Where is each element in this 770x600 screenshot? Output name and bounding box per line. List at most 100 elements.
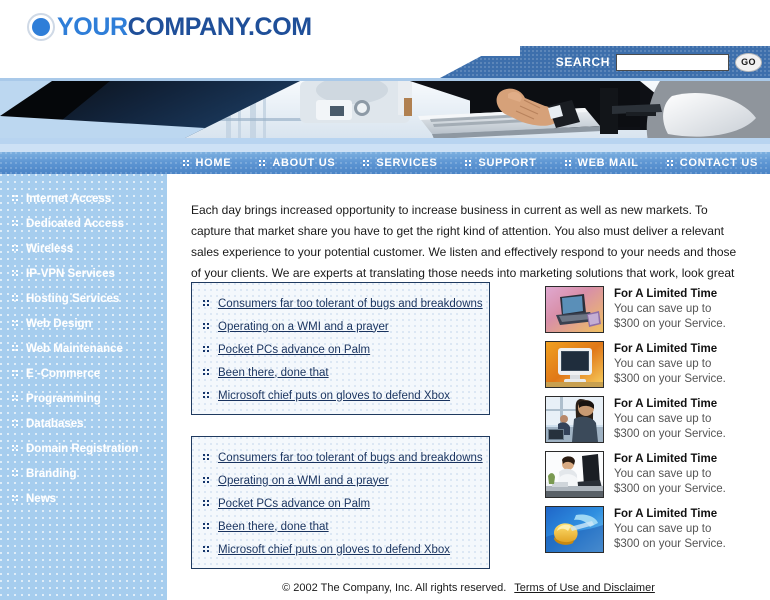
four-dots-bullet-icon xyxy=(564,159,572,167)
list-item[interactable]: Pocket PCs advance on Palm xyxy=(192,492,489,515)
promo-item[interactable]: For A Limited Time You can save up to $3… xyxy=(545,396,765,443)
four-dots-bullet-icon xyxy=(203,346,210,353)
news-link[interactable]: Pocket PCs advance on Palm xyxy=(218,498,370,510)
news-link[interactable]: Pocket PCs advance on Palm xyxy=(218,344,370,356)
four-dots-bullet-icon xyxy=(203,300,210,307)
terms-link[interactable]: Terms of Use and Disclaimer xyxy=(514,582,655,594)
list-item[interactable]: Operating on a WMI and a prayer xyxy=(192,315,489,338)
news-link[interactable]: Been there, done that xyxy=(218,521,329,533)
four-dots-bullet-icon xyxy=(203,546,210,553)
four-dots-bullet-icon xyxy=(203,500,210,507)
search-input[interactable] xyxy=(616,53,729,71)
nav-item-contact-us[interactable]: CONTACT US xyxy=(666,157,758,169)
four-dots-bullet-icon xyxy=(12,495,19,502)
search-go-button[interactable]: GO xyxy=(735,52,762,72)
news-link[interactable]: Microsoft chief puts on gloves to defend… xyxy=(218,390,450,402)
list-item[interactable]: Pocket PCs advance on Palm xyxy=(192,338,489,361)
list-item[interactable]: Microsoft chief puts on gloves to defend… xyxy=(192,384,489,407)
list-item[interactable]: Consumers far too tolerant of bugs and b… xyxy=(192,446,489,469)
desk-worker-thumb-icon xyxy=(545,451,604,498)
sidebar-item-internet-access[interactable]: Internet Access xyxy=(0,186,167,211)
sidebar-item-wireless[interactable]: Wireless xyxy=(0,236,167,261)
sidebar-item-label: Databases xyxy=(26,417,84,430)
sidebar-item-databases[interactable]: Databases xyxy=(0,411,167,436)
four-dots-bullet-icon xyxy=(203,392,210,399)
nav-item-label: HOME xyxy=(195,157,232,169)
list-item[interactable]: Consumers far too tolerant of bugs and b… xyxy=(192,292,489,315)
list-item[interactable]: Microsoft chief puts on gloves to defend… xyxy=(192,538,489,561)
nav-item-label: WEB MAIL xyxy=(577,157,639,169)
sidebar-item-branding[interactable]: Branding xyxy=(0,461,167,486)
sidebar-item-dedicated-access[interactable]: Dedicated Access xyxy=(0,211,167,236)
news-link[interactable]: Consumers far too tolerant of bugs and b… xyxy=(218,298,483,310)
promo-item[interactable]: For A Limited Time You can save up to $3… xyxy=(545,506,765,553)
news-link[interactable]: Operating on a WMI and a prayer xyxy=(218,475,389,487)
logo-text-company: COMPANY xyxy=(127,12,249,41)
nav-item-label: SUPPORT xyxy=(478,157,537,169)
sidebar-item-domain-registration[interactable]: Domain Registration xyxy=(0,436,167,461)
promo-line-1: You can save up to xyxy=(614,413,712,425)
nav-item-services[interactable]: SERVICES xyxy=(363,157,437,169)
news-link[interactable]: Consumers far too tolerant of bugs and b… xyxy=(218,452,483,464)
list-item[interactable]: Operating on a WMI and a prayer xyxy=(192,469,489,492)
logo-wordmark: YOURCOMPANY.COM xyxy=(57,12,312,41)
sidebar-item-label: Web Maintenance xyxy=(26,342,123,355)
list-item[interactable]: Been there, done that xyxy=(192,515,489,538)
promo-item[interactable]: For A Limited Time You can save up to $3… xyxy=(545,286,765,333)
four-dots-bullet-icon xyxy=(12,195,19,202)
promo-line-2: $300 on your Service. xyxy=(614,428,726,440)
main-navigation: HOME ABOUT US SERVICES SUPPORT WEB MAIL … xyxy=(0,152,770,174)
promo-line-1: You can save up to xyxy=(614,303,712,315)
circle-logo-icon xyxy=(27,13,55,41)
news-link[interactable]: Microsoft chief puts on gloves to defend… xyxy=(218,544,450,556)
sidebar-item-web-maintenance[interactable]: Web Maintenance xyxy=(0,336,167,361)
banner-image xyxy=(0,78,770,152)
nav-item-home[interactable]: HOME xyxy=(182,157,232,169)
four-dots-bullet-icon xyxy=(12,470,19,477)
four-dots-bullet-icon xyxy=(203,477,210,484)
sidebar-item-ip-vpn-services[interactable]: IP-VPN Services xyxy=(0,261,167,286)
nav-item-label: CONTACT US xyxy=(679,157,758,169)
nav-item-label: SERVICES xyxy=(376,157,438,169)
promo-line-1: You can save up to xyxy=(614,523,712,535)
promo-item[interactable]: For A Limited Time You can save up to $3… xyxy=(545,341,765,388)
sidebar-item-e-commerce[interactable]: E -Commerce xyxy=(0,361,167,386)
main-content: Each day brings increased opportunity to… xyxy=(167,174,770,600)
office-worker-thumb-icon xyxy=(545,396,604,443)
news-link[interactable]: Operating on a WMI and a prayer xyxy=(218,321,389,333)
sidebar: Internet Access Dedicated Access Wireles… xyxy=(0,174,167,600)
sidebar-item-programming[interactable]: Programming xyxy=(0,386,167,411)
banner-photo-icon xyxy=(0,78,770,152)
sidebar-item-label: Internet Access xyxy=(26,192,112,205)
four-dots-bullet-icon xyxy=(203,523,210,530)
four-dots-bullet-icon xyxy=(203,454,210,461)
search-area: SEARCH GO xyxy=(556,46,762,78)
logo-text-dotcom: .COM xyxy=(248,12,312,41)
band-top-white-strip xyxy=(0,46,520,56)
news-box: Consumers far too tolerant of bugs and b… xyxy=(191,436,490,569)
promo-text: For A Limited Time You can save up to $3… xyxy=(614,506,726,552)
four-dots-bullet-icon xyxy=(12,370,19,377)
news-link[interactable]: Been there, done that xyxy=(218,367,329,379)
sidebar-item-hosting-services[interactable]: Hosting Services xyxy=(0,286,167,311)
search-label: SEARCH xyxy=(555,55,610,69)
logo-text-your: YOUR xyxy=(57,12,128,41)
four-dots-bullet-icon xyxy=(12,445,19,452)
four-dots-bullet-icon xyxy=(12,245,19,252)
sidebar-item-news[interactable]: News xyxy=(0,486,167,511)
sidebar-item-label: Domain Registration xyxy=(26,442,139,455)
nav-item-web-mail[interactable]: WEB MAIL xyxy=(564,157,639,169)
sidebar-item-label: IP-VPN Services xyxy=(26,267,115,280)
site-logo[interactable]: YOURCOMPANY.COM xyxy=(27,11,312,43)
nav-item-support[interactable]: SUPPORT xyxy=(465,157,536,169)
list-item[interactable]: Been there, done that xyxy=(192,361,489,384)
sidebar-item-web-design[interactable]: Web Design xyxy=(0,311,167,336)
four-dots-bullet-icon xyxy=(12,270,19,277)
site-footer: © 2002 The Company, Inc. All rights rese… xyxy=(167,576,770,600)
laptop-thumb-icon xyxy=(545,286,604,333)
promo-line-2: $300 on your Service. xyxy=(614,538,726,550)
four-dots-bullet-icon xyxy=(465,159,472,167)
promo-item[interactable]: For A Limited Time You can save up to $3… xyxy=(545,451,765,498)
nav-item-about-us[interactable]: ABOUT US xyxy=(259,157,335,169)
four-dots-bullet-icon xyxy=(12,320,19,327)
